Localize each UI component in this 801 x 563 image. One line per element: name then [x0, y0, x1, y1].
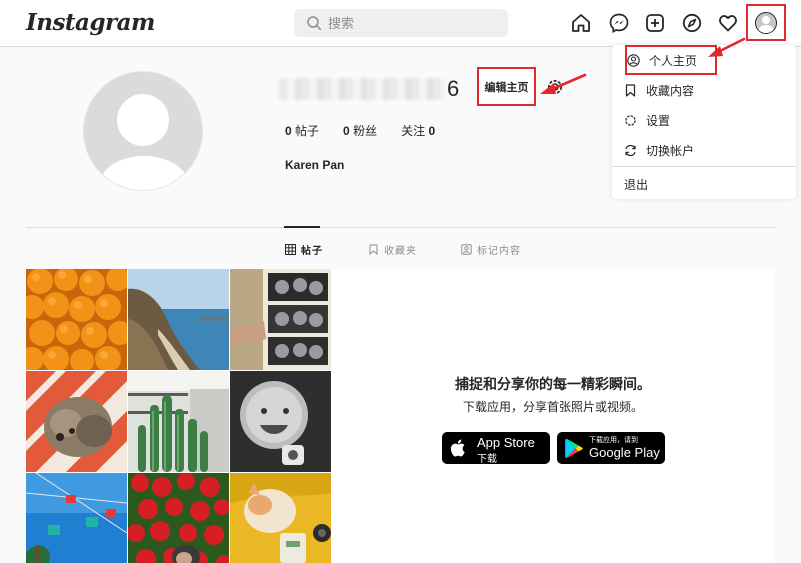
menu-item-saved-label: 收藏内容 [646, 83, 695, 98]
photo-oranges [26, 269, 127, 370]
photo-baby [230, 371, 331, 472]
photo-photobooth-strip [230, 269, 331, 370]
switch-account-icon [625, 144, 636, 156]
tagged-icon [461, 244, 472, 255]
app-store-label: App Store [477, 435, 535, 450]
profile-avatar[interactable] [83, 71, 203, 191]
activity-heart-icon[interactable] [717, 12, 739, 34]
grid-icon [285, 244, 296, 255]
tab-tagged[interactable]: 标记内容 [461, 242, 521, 257]
menu-item-profile-label: 个人主页 [649, 53, 698, 68]
menu-item-logout-label: 退出 [624, 177, 649, 192]
settings-icon [625, 114, 636, 126]
tab-posts-label: 帖子 [301, 246, 323, 257]
apple-icon [450, 439, 465, 457]
search-input[interactable] [328, 13, 498, 33]
empty-state-headline: 捕捉和分享你的每一精彩瞬间。 [455, 376, 651, 392]
followers-count[interactable]: 0 粉丝 [343, 122, 377, 139]
google-play-icon [565, 438, 583, 459]
sample-photo-grid [26, 269, 331, 563]
new-post-icon[interactable] [644, 12, 666, 34]
active-tab-indicator [284, 226, 320, 228]
tab-posts[interactable]: 帖子 [285, 242, 323, 257]
search-box[interactable] [294, 9, 508, 37]
photo-coastline [128, 269, 229, 370]
menu-item-profile[interactable]: 个人主页 [625, 45, 717, 75]
avatar-icon [755, 12, 777, 34]
menu-item-settings-label: 设置 [646, 113, 671, 128]
search-icon [307, 16, 322, 31]
tab-saved-label: 收藏夹 [384, 246, 417, 257]
google-play-label: Google Play [589, 445, 660, 460]
following-count[interactable]: 关注 0 [401, 122, 435, 139]
photo-red-flowers [128, 473, 229, 563]
get-app-prompt: 捕捉和分享你的每一精彩瞬间。 下载应用，分享首张照片或视频。 App Store… [331, 269, 775, 563]
explore-icon[interactable] [681, 12, 703, 34]
messenger-icon[interactable] [608, 12, 630, 34]
app-store-sublabel: 下载 [477, 454, 497, 464]
home-icon[interactable] [570, 12, 592, 34]
username-redacted [279, 78, 447, 100]
edit-profile-button[interactable]: 编辑主页 [477, 67, 536, 106]
menu-item-switch-account[interactable]: 切换帐户 [612, 135, 796, 165]
menu-item-saved[interactable]: 收藏内容 [612, 75, 796, 105]
profile-stats: 0 帖子 0 粉丝 关注 0 [285, 122, 459, 139]
menu-divider [612, 166, 796, 167]
profile-dropdown-menu: 个人主页 收藏内容 设置 切换帐户 退出 [612, 45, 796, 199]
google-play-button[interactable]: 下载应用，请到 Google Play [557, 432, 665, 464]
app-store-button[interactable]: App Store 下载 [442, 432, 550, 464]
bookmark-icon [625, 83, 636, 97]
photo-dog [26, 371, 127, 472]
posts-empty-state: 捕捉和分享你的每一精彩瞬间。 下载应用，分享首张照片或视频。 App Store… [26, 269, 775, 563]
menu-item-logout[interactable]: 退出 [612, 169, 796, 199]
photo-cat [230, 473, 331, 563]
empty-state-subtext: 下载应用，分享首张照片或视频。 [462, 400, 643, 414]
menu-item-settings[interactable]: 设置 [612, 105, 796, 135]
profile-menu-button[interactable] [746, 4, 786, 41]
annotation-arrow-edit [540, 73, 587, 94]
photo-ferris-wheel [26, 473, 127, 563]
google-play-sublabel: 下载应用，请到 [589, 437, 638, 444]
username: 6 [279, 76, 459, 102]
bookmark-icon [369, 244, 378, 255]
annotation-arrow-menu [708, 37, 746, 57]
top-navigation-bar: Instagram [0, 0, 801, 47]
tab-tagged-label: 标记内容 [477, 246, 521, 257]
full-name: Karen Pan [285, 158, 345, 172]
tabs-divider [26, 227, 775, 228]
menu-item-switch-account-label: 切换帐户 [646, 143, 695, 158]
photo-cactus [128, 371, 229, 472]
tab-saved[interactable]: 收藏夹 [368, 242, 417, 257]
profile-icon [627, 53, 640, 67]
posts-count[interactable]: 0 帖子 [285, 122, 319, 139]
username-suffix: 6 [447, 76, 460, 101]
instagram-logo[interactable]: Instagram [26, 9, 155, 36]
